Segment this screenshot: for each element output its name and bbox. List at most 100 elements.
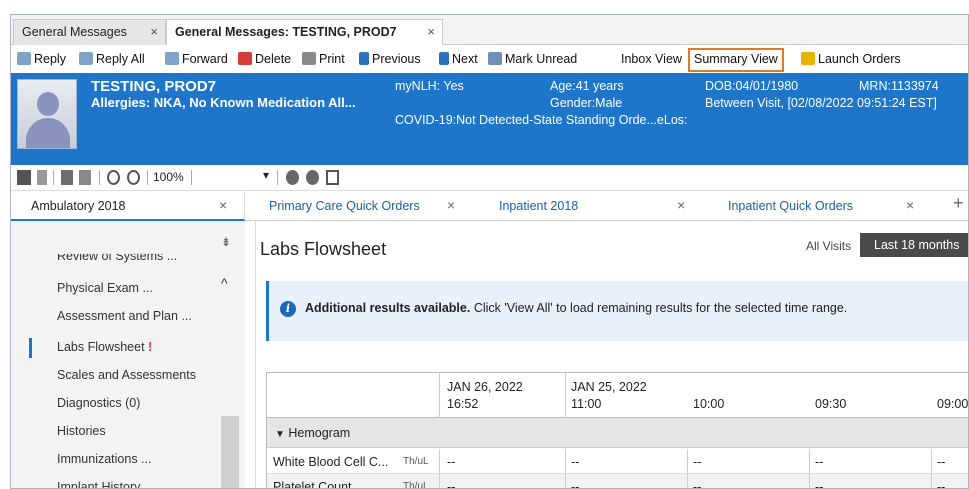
nav-item-review-of-systems[interactable]: Review of Systems ... — [57, 254, 177, 263]
print-button[interactable]: Print — [300, 50, 347, 70]
zoom-out-icon[interactable] — [107, 170, 120, 185]
column-time[interactable]: 10:00 — [693, 397, 724, 411]
forward-label: Forward — [182, 52, 228, 66]
table-row[interactable]: White Blood Cell C... Th/uL -- -- -- -- … — [267, 449, 968, 474]
scroll-up-icon[interactable]: ^ — [221, 275, 228, 291]
forward-button[interactable]: Forward — [163, 50, 230, 70]
launch-orders-button[interactable]: Launch Orders — [799, 50, 903, 70]
expand-caret-icon[interactable]: ▼ — [275, 429, 285, 440]
pin-icon[interactable]: ⇟ — [221, 235, 231, 249]
close-icon[interactable]: × — [906, 197, 914, 213]
row-value[interactable]: -- — [937, 455, 945, 469]
tab-general-messages[interactable]: General Messages × — [13, 19, 166, 45]
column-time[interactable]: 09:00 — [937, 397, 968, 411]
row-value[interactable]: -- — [571, 455, 579, 469]
close-icon[interactable]: × — [427, 24, 435, 39]
column-divider — [931, 449, 932, 474]
arrow-up-icon — [359, 52, 369, 65]
row-value[interactable]: -- — [571, 480, 579, 488]
tab-label: Inpatient Quick Orders — [728, 199, 854, 213]
column-divider — [931, 474, 932, 488]
row-name: White Blood Cell C... — [273, 455, 389, 469]
close-icon[interactable]: × — [219, 197, 227, 213]
avatar-head — [37, 92, 59, 116]
zoom-level[interactable]: 100% — [153, 170, 184, 184]
binoculars-icon[interactable] — [17, 170, 31, 185]
page-toolbar: 100% ▾ — [11, 165, 968, 191]
next-label: Next — [452, 52, 478, 66]
column-date: JAN 25, 2022 — [571, 380, 647, 394]
back-icon[interactable] — [286, 170, 299, 185]
row-value[interactable]: -- — [447, 480, 455, 488]
row-value[interactable]: -- — [447, 455, 455, 469]
nav-item-assessment-and-plan[interactable]: Assessment and Plan ... — [57, 309, 192, 323]
inbox-view-label: Inbox View — [621, 52, 682, 66]
info-banner: i Additional results available. Click 'V… — [266, 281, 968, 341]
alert-icon: ! — [148, 340, 153, 354]
tab-inpatient-quick-orders[interactable]: Inpatient Quick Orders × — [728, 191, 928, 221]
mark-unread-label: Mark Unread — [505, 52, 578, 66]
close-icon[interactable]: × — [150, 24, 158, 39]
page-icon[interactable] — [37, 170, 47, 185]
print-icon[interactable] — [61, 170, 73, 185]
arrow-down-icon — [439, 52, 449, 65]
delete-button[interactable]: Delete — [236, 50, 293, 70]
toolbar-separator — [277, 170, 278, 185]
row-value[interactable]: -- — [693, 455, 701, 469]
summary-view-button[interactable]: Summary View — [688, 48, 784, 72]
mark-unread-button[interactable]: Mark Unread — [486, 50, 579, 70]
inbox-view-button[interactable]: Inbox View — [619, 50, 684, 70]
summary-view-label: Summary View — [694, 52, 778, 66]
nav-item-histories[interactable]: Histories — [57, 424, 106, 438]
last-18-months-filter[interactable]: Last 18 months — [860, 233, 968, 257]
tab-inpatient-2018[interactable]: Inpatient 2018 × — [499, 191, 699, 221]
toolbar-separator — [53, 170, 54, 185]
reply-all-button[interactable]: Reply All — [77, 50, 147, 70]
tab-general-messages-patient[interactable]: General Messages: TESTING, PROD7 × — [166, 19, 443, 45]
table-row[interactable]: Platelet Count Th/uL -- -- -- -- -- — [267, 474, 968, 488]
row-value[interactable]: -- — [815, 455, 823, 469]
column-divider — [809, 474, 810, 488]
all-visits-filter[interactable]: All Visits — [806, 239, 851, 253]
info-icon: i — [280, 301, 296, 317]
close-icon[interactable]: × — [447, 197, 455, 213]
zoom-dropdown-icon[interactable]: ▾ — [263, 168, 269, 182]
column-time[interactable]: 11:00 — [571, 397, 601, 411]
column-time[interactable]: 09:30 — [815, 397, 846, 411]
previous-button[interactable]: Previous — [357, 50, 423, 70]
info-message: Additional results available. Click 'Vie… — [305, 301, 847, 315]
group-label: Hemogram — [288, 426, 351, 440]
next-button[interactable]: Next — [437, 50, 480, 70]
grid-header: JAN 26, 2022 16:52 JAN 25, 2022 11:00 10… — [267, 373, 968, 418]
add-tab-icon[interactable]: + — [953, 191, 964, 221]
left-navigation: ⇟ ^ Review of Systems ... Physical Exam … — [11, 221, 245, 488]
row-value[interactable]: -- — [693, 480, 701, 488]
mynlh-status: myNLH: Yes — [395, 79, 464, 93]
nav-item-labs-flowsheet[interactable]: Labs Flowsheet ! — [57, 340, 152, 354]
patient-allergies[interactable]: Allergies: NKA, No Known Medication All.… — [91, 95, 356, 110]
nav-item-immunizations[interactable]: Immunizations ... — [57, 452, 151, 466]
nav-item-label: Labs Flowsheet — [57, 340, 145, 354]
nav-item-scales-and-assessments[interactable]: Scales and Assessments — [57, 368, 196, 382]
close-icon[interactable]: × — [677, 197, 685, 213]
row-value[interactable]: -- — [815, 480, 823, 488]
tab-primary-care-quick-orders[interactable]: Primary Care Quick Orders × — [269, 191, 469, 221]
tab-ambulatory-2018[interactable]: Ambulatory 2018 × — [11, 191, 245, 221]
nav-scrollbar[interactable] — [221, 416, 239, 488]
zoom-in-icon[interactable] — [127, 170, 140, 185]
reply-button[interactable]: Reply — [15, 50, 68, 70]
covid-status: COVID-19:Not Detected-State Standing Ord… — [395, 113, 688, 127]
component-tab-bar: Ambulatory 2018 × Primary Care Quick Ord… — [11, 191, 968, 221]
column-divider — [687, 474, 688, 488]
column-time[interactable]: 16:52 — [447, 397, 478, 411]
forward-icon[interactable] — [306, 170, 319, 185]
patient-name[interactable]: TESTING, PROD7 — [91, 78, 216, 95]
nav-item-diagnostics[interactable]: Diagnostics (0) — [57, 396, 140, 410]
home-icon[interactable] — [326, 170, 339, 185]
nav-item-physical-exam[interactable]: Physical Exam ... — [57, 281, 153, 295]
row-value[interactable]: -- — [937, 480, 945, 488]
nav-item-implant-history[interactable]: Implant History ... — [57, 480, 154, 488]
delete-label: Delete — [255, 52, 292, 66]
print-preview-icon[interactable] — [79, 170, 91, 185]
group-row-hemogram[interactable]: ▼ Hemogram — [267, 418, 968, 448]
